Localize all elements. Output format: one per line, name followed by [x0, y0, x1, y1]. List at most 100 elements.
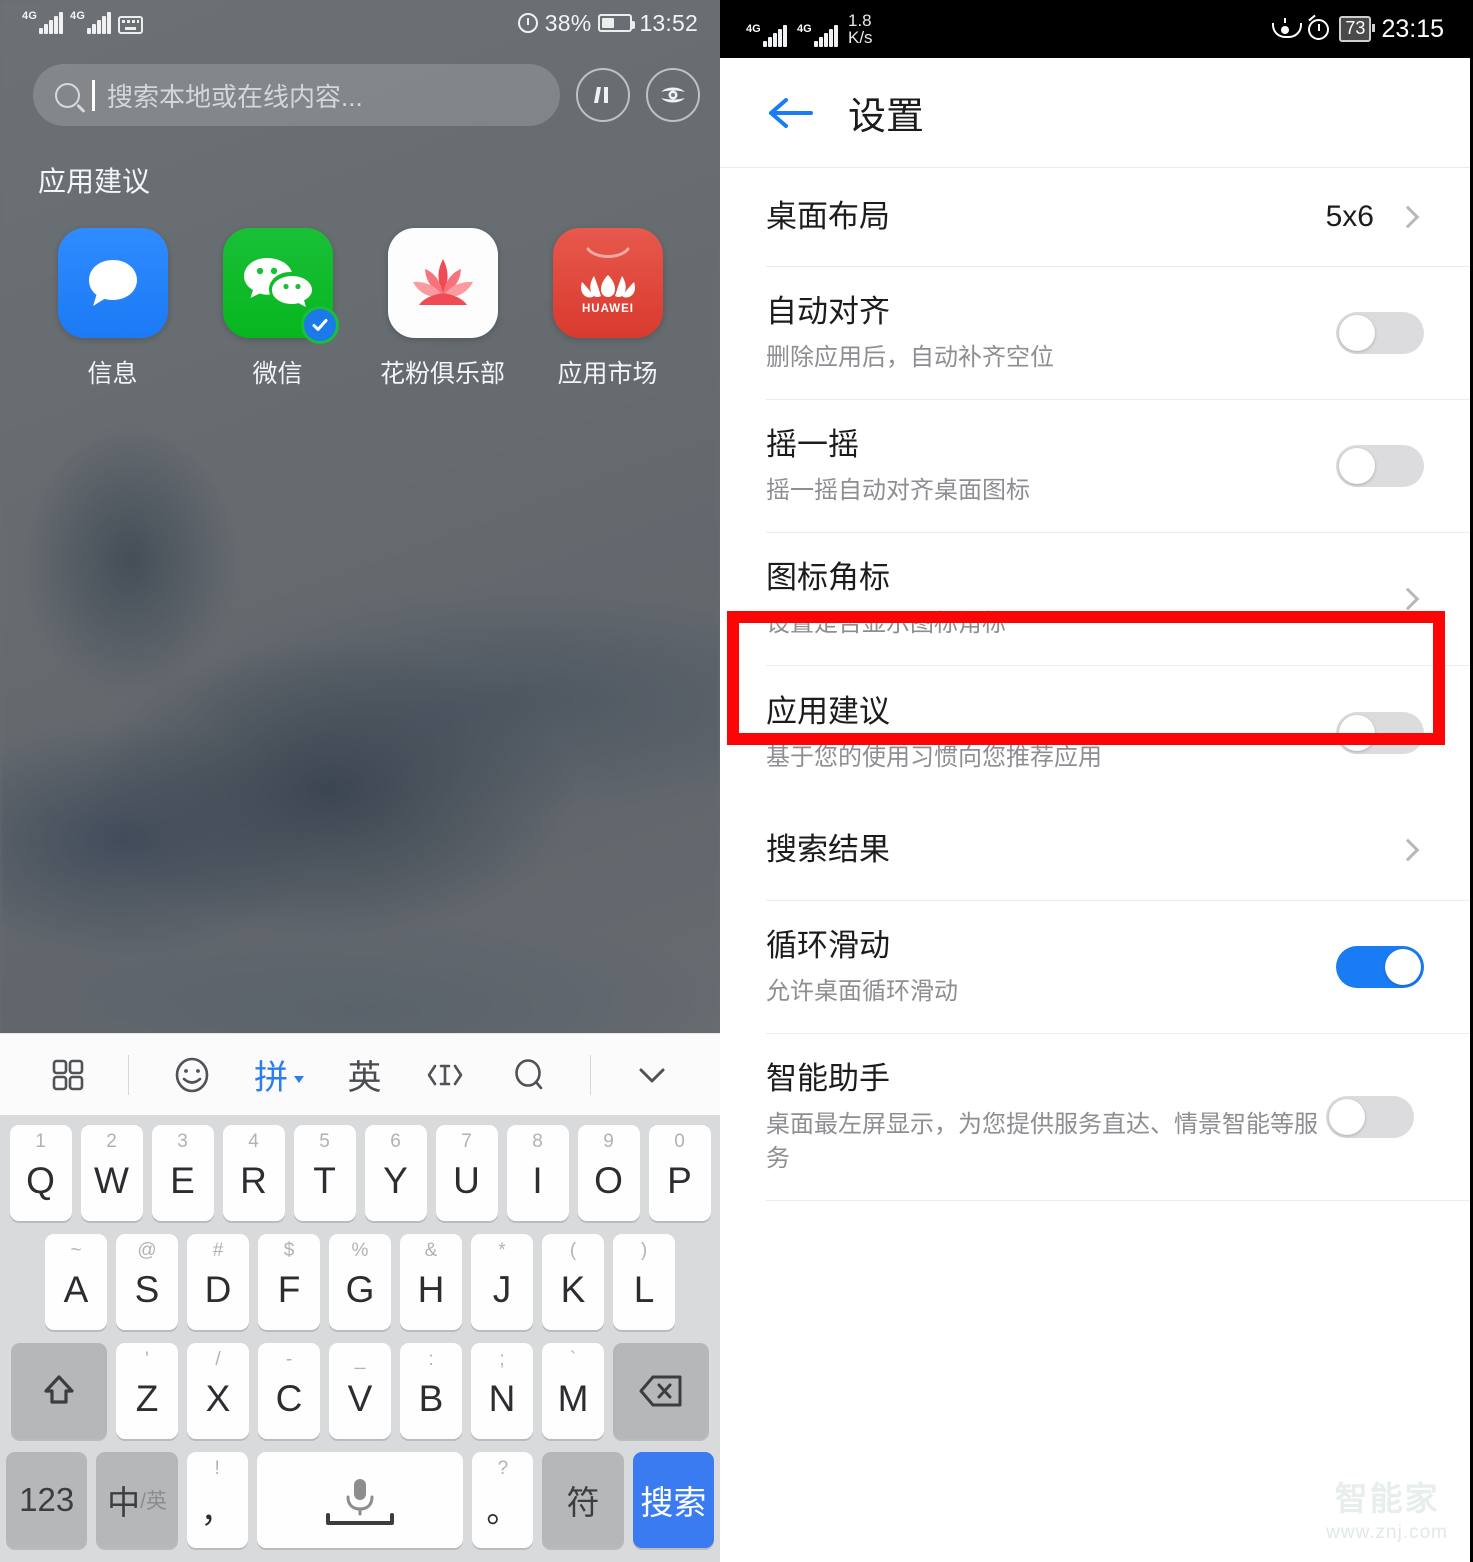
back-arrow-icon[interactable] — [766, 94, 814, 132]
toggle-app-suggestions[interactable] — [1336, 711, 1424, 754]
key-s[interactable]: @ S — [116, 1234, 178, 1330]
key-i[interactable]: 8 I — [506, 1125, 569, 1221]
key-t[interactable]: 5 T — [293, 1125, 356, 1221]
key-q[interactable]: 1 Q — [9, 1125, 72, 1221]
lens-icon[interactable] — [646, 68, 700, 122]
setting-subtitle: 删除应用后，自动补齐空位 — [766, 343, 1054, 371]
setting-title: 自动对齐 — [766, 294, 890, 329]
panel-grid-icon[interactable] — [48, 1055, 88, 1095]
english-mode-button[interactable]: 英 — [347, 1050, 381, 1099]
setting-title: 搜索结果 — [766, 831, 890, 867]
key-v[interactable]: _ V — [329, 1343, 391, 1439]
key-y[interactable]: 6 Y — [364, 1125, 427, 1221]
settings-list: 桌面布局 5x6 自动对齐 删除应用后，自动补齐空位 摇一摇 摇一摇自动对齐桌面 — [720, 168, 1470, 1201]
backspace-icon[interactable] — [613, 1343, 709, 1439]
right-status-bar: 4G 4G 1.8 K/s 73 23:15 — [720, 0, 1470, 58]
dual-phone-screenshot: 4G 4G 38% 13:52 搜索本地或在线内容... 应用建议 信息 微信 … — [0, 0, 1473, 1562]
keyboard-search-icon[interactable] — [508, 1054, 550, 1096]
battery-percent-label: 73 — [1345, 18, 1366, 39]
scan-icon[interactable] — [576, 68, 630, 122]
keyboard-row-3: ' Z / X - C _ V : B ; N ` M — [6, 1343, 714, 1439]
net-speed-unit: K/s — [848, 27, 873, 47]
keyboard-row-4: 123 中 /英 ! ， ? 。 符 搜索 — [6, 1452, 715, 1548]
setting-row-icon-badge[interactable]: 图标角标 设置是否显示图标角标 — [720, 533, 1470, 665]
key-u[interactable]: 7 U — [435, 1125, 498, 1221]
key-o[interactable]: 9 O — [577, 1125, 640, 1221]
emoji-icon[interactable] — [170, 1053, 214, 1097]
space-key[interactable] — [256, 1452, 464, 1548]
net-speed-value: 1.8 — [848, 10, 872, 30]
setting-subtitle: 摇一摇自动对齐桌面图标 — [766, 476, 1030, 504]
numeric-key[interactable]: 123 — [6, 1452, 88, 1548]
setting-subtitle: 设置是否显示图标角标 — [766, 609, 1006, 637]
key-g[interactable]: % G — [329, 1234, 391, 1330]
key-p[interactable]: 0 P — [648, 1125, 711, 1221]
setting-title: 循环滑动 — [766, 927, 890, 963]
signal-icon-sim2: 4G — [797, 22, 838, 47]
search-key[interactable]: 搜索 — [632, 1452, 715, 1548]
toggle-shake[interactable] — [1336, 444, 1424, 487]
setting-title: 桌面布局 — [766, 199, 890, 235]
app-suggestions-row: 信息 微信 花粉俱乐部 HUAWEI 应用市场 — [0, 200, 720, 390]
text-cursor — [92, 79, 95, 111]
shift-icon[interactable] — [11, 1343, 107, 1439]
clock-label: 13:52 — [639, 9, 698, 36]
chevron-right-icon — [1396, 838, 1420, 862]
app-item-wechat[interactable]: 微信 — [195, 228, 360, 390]
symbol-key[interactable]: 符 — [542, 1452, 624, 1548]
key-d[interactable]: # D — [187, 1234, 249, 1330]
key-j[interactable]: * J — [471, 1234, 533, 1330]
collapse-keyboard-icon[interactable] — [632, 1055, 672, 1095]
key-b[interactable]: : B — [400, 1343, 462, 1439]
setting-value: 5x6 — [1325, 200, 1374, 233]
comma-key[interactable]: ! ， — [186, 1452, 248, 1548]
key-w[interactable]: 2 W — [80, 1125, 143, 1221]
toggle-smart-assistant[interactable] — [1326, 1095, 1414, 1138]
key-c[interactable]: - C — [258, 1343, 320, 1439]
app-item-app-gallery[interactable]: HUAWEI 应用市场 — [525, 228, 690, 390]
toggle-loop-scroll[interactable] — [1336, 945, 1424, 988]
keyboard-toolbar: 拼 英 — [0, 1033, 720, 1115]
keyboard: 拼 英 1 Q 2 W 3 E 4 R 5 T 6 Y 7 U 8 I 9 O … — [0, 1033, 720, 1562]
key-e[interactable]: 3 E — [151, 1125, 214, 1221]
chevron-right-icon — [1396, 587, 1420, 611]
period-key[interactable]: ? 。 — [472, 1452, 534, 1548]
key-l[interactable]: ) L — [613, 1234, 675, 1330]
key-a[interactable]: ~ A — [45, 1234, 107, 1330]
signal-icon-sim1: 4G — [746, 23, 787, 47]
key-n[interactable]: ; N — [471, 1343, 533, 1439]
huafen-club-icon — [387, 228, 498, 338]
cursor-move-icon[interactable] — [422, 1055, 468, 1095]
key-z[interactable]: ' Z — [116, 1343, 178, 1439]
key-h[interactable]: & H — [400, 1234, 462, 1330]
battery-icon: 73 — [1339, 16, 1376, 42]
toggle-auto-align[interactable] — [1336, 311, 1424, 354]
app-item-messages[interactable]: 信息 — [30, 228, 195, 390]
app-label: 应用市场 — [557, 360, 658, 388]
network-speed-indicator: 1.8 K/s — [848, 12, 873, 46]
key-k[interactable]: ( K — [542, 1234, 604, 1330]
verified-badge-icon — [300, 306, 339, 344]
setting-row-loop-scroll[interactable]: 循环滑动 允许桌面循环滑动 — [720, 901, 1470, 1033]
search-input[interactable]: 搜索本地或在线内容... — [33, 64, 560, 126]
toolbar-separator — [128, 1054, 130, 1095]
network-type-label-2: 4G — [797, 22, 812, 35]
setting-row-shake[interactable]: 摇一摇 摇一摇自动对齐桌面图标 — [720, 400, 1470, 532]
network-type-label-1: 4G — [22, 10, 38, 22]
setting-row-auto-align[interactable]: 自动对齐 删除应用后，自动补齐空位 — [720, 267, 1470, 399]
keyboard-row-1: 1 Q 2 W 3 E 4 R 5 T 6 Y 7 U 8 I 9 O 0 P — [6, 1125, 714, 1221]
divider — [766, 1199, 1470, 1201]
setting-row-desktop-layout[interactable]: 桌面布局 5x6 — [720, 168, 1470, 266]
key-f[interactable]: $ F — [258, 1234, 320, 1330]
pinyin-mode-button[interactable]: 拼 — [254, 1050, 307, 1099]
setting-row-search-results[interactable]: 搜索结果 — [720, 800, 1470, 900]
setting-row-smart-assistant[interactable]: 智能助手 桌面最左屏显示，为您提供服务直达、情景智能等服务 — [720, 1034, 1470, 1200]
page-title: 设置 — [848, 96, 925, 138]
key-x[interactable]: / X — [187, 1343, 249, 1439]
app-item-huafen-club[interactable]: 花粉俱乐部 — [360, 228, 525, 390]
key-r[interactable]: 4 R — [222, 1125, 285, 1221]
key-m[interactable]: ` M — [542, 1343, 604, 1439]
setting-row-app-suggestions[interactable]: 应用建议 基于您的使用习惯向您推荐应用 — [720, 666, 1470, 800]
language-switch-key[interactable]: 中 /英 — [96, 1452, 178, 1548]
signal-icon-sim2: 4G — [70, 11, 111, 34]
